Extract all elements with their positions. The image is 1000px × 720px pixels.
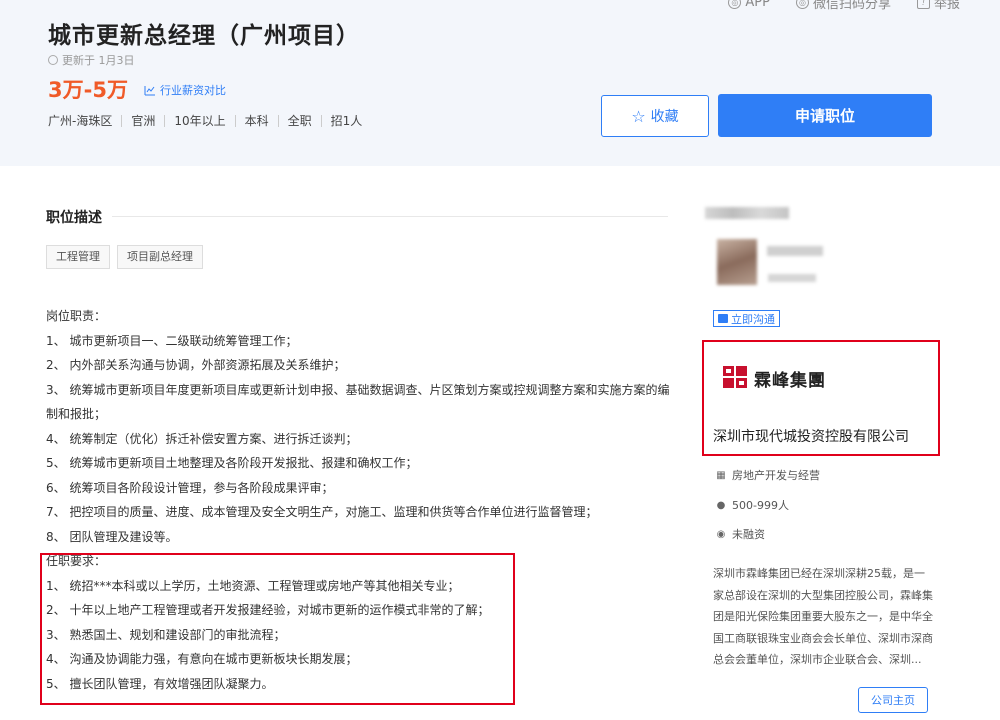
star-icon: ☆	[631, 106, 646, 126]
divider	[164, 114, 166, 127]
funding-icon: ◉	[716, 528, 726, 540]
salary-compare-link[interactable]: 行业薪资对比	[144, 82, 226, 98]
report-link[interactable]: ! 举报	[916, 0, 960, 12]
grid-icon: ▦	[716, 469, 726, 481]
company-logo-icon	[722, 365, 748, 389]
duty-item: 7、 把控项目的质量、进度、成本管理及安全文明生产，对施工、监理和供货等合作单位…	[46, 505, 598, 519]
highlight-box-requirements	[40, 553, 515, 705]
report-icon: !	[916, 0, 930, 9]
company-funding: ◉ 未融资	[716, 526, 765, 542]
chart-icon	[144, 85, 155, 95]
company-home-button[interactable]: 公司主页	[858, 687, 928, 713]
salary: 3万-5万	[48, 78, 128, 102]
section-title-description: 职位描述	[46, 210, 102, 226]
company-name[interactable]: 深圳市现代城投资控股有限公司	[713, 426, 909, 446]
job-title: 城市更新总经理（广州项目）	[48, 23, 360, 49]
apply-button[interactable]: 申请职位	[718, 94, 932, 137]
duty-item: 1、 城市更新项目一、二级联动统筹管理工作；	[46, 333, 298, 348]
favorite-button[interactable]: ☆ 收藏	[601, 95, 709, 137]
favorite-label: 收藏	[650, 109, 679, 125]
size-text: 500-999人	[732, 499, 789, 512]
divider	[320, 114, 322, 127]
duty-item: 8、 团队管理及建设等。	[46, 529, 178, 544]
app-link[interactable]: ◎ APP	[728, 0, 770, 12]
keyword-tag[interactable]: 工程管理	[46, 245, 110, 269]
job-attributes: 广州-海珠区 官洲 10年以上 本科 全职 招1人	[48, 112, 362, 129]
keyword-tag[interactable]: 项目副总经理	[117, 245, 203, 269]
app-icon: ◎	[728, 0, 742, 9]
recruiter-blurred-name	[705, 207, 789, 219]
chat-now-label: 立即沟通	[731, 312, 775, 326]
wechat-icon: ◎	[795, 0, 809, 9]
top-actions: ◎ APP ◎ 微信扫码分享 ! 举报	[728, 0, 960, 12]
salary-compare-label: 行业薪资对比	[160, 84, 226, 97]
chat-icon	[718, 314, 728, 323]
updated-text: 更新于 1月3日	[62, 54, 135, 67]
updated-time: 更新于 1月3日	[48, 52, 135, 68]
job-header: ◎ APP ◎ 微信扫码分享 ! 举报 城市更新总经理（广州项目） 更新于 1月3日 …	[0, 0, 1000, 166]
clock-icon	[48, 55, 58, 65]
avatar	[717, 239, 757, 285]
recruiter-blurred-status	[768, 274, 816, 282]
divider	[121, 114, 123, 127]
section-divider	[112, 216, 668, 217]
attr-type: 全职	[287, 114, 312, 128]
attr-experience: 10年以上	[174, 114, 226, 128]
company-logo-text: 霖峰集團	[754, 371, 826, 391]
chat-now-button[interactable]: 立即沟通	[713, 310, 780, 327]
company-size: ● 500-999人	[716, 497, 789, 513]
attr-area: 官洲	[131, 114, 156, 128]
duty-item: 4、 统筹制定（优化）拆迁补偿安置方案、进行拆迁谈判；	[46, 431, 358, 446]
duty-item: 3、 统筹城市更新项目年度更新项目库或更新计划申报、基础数据调查、片区策划方案或…	[46, 382, 670, 422]
industry-text: 房地产开发与经营	[732, 469, 820, 482]
person-icon: ●	[716, 499, 726, 511]
recruiter-blurred-title	[767, 246, 823, 256]
duty-item: 6、 统筹项目各阶段设计管理，参与各阶段成果评审；	[46, 480, 334, 495]
duties-heading: 岗位职责：	[46, 309, 107, 323]
funding-text: 未融资	[732, 528, 765, 541]
company-intro: 深圳市霖峰集团已经在深圳深耕25载，是一家总部设在深圳的大型集团控股公司，霖峰集…	[713, 567, 933, 666]
divider	[277, 114, 279, 127]
wechat-share-link[interactable]: ◎ 微信扫码分享	[795, 0, 891, 12]
divider	[234, 114, 236, 127]
attr-headcount: 招1人	[330, 114, 363, 128]
attr-location: 广州-海珠区	[48, 114, 113, 128]
duty-item: 5、 统筹城市更新项目土地整理及各阶段开发报批、报建和确权工作；	[46, 456, 418, 470]
attr-education: 本科	[244, 114, 269, 128]
duty-item: 2、 内外部关系沟通与协调，外部资源拓展及关系维护；	[46, 358, 346, 372]
company-industry: ▦ 房地产开发与经营	[716, 467, 820, 483]
